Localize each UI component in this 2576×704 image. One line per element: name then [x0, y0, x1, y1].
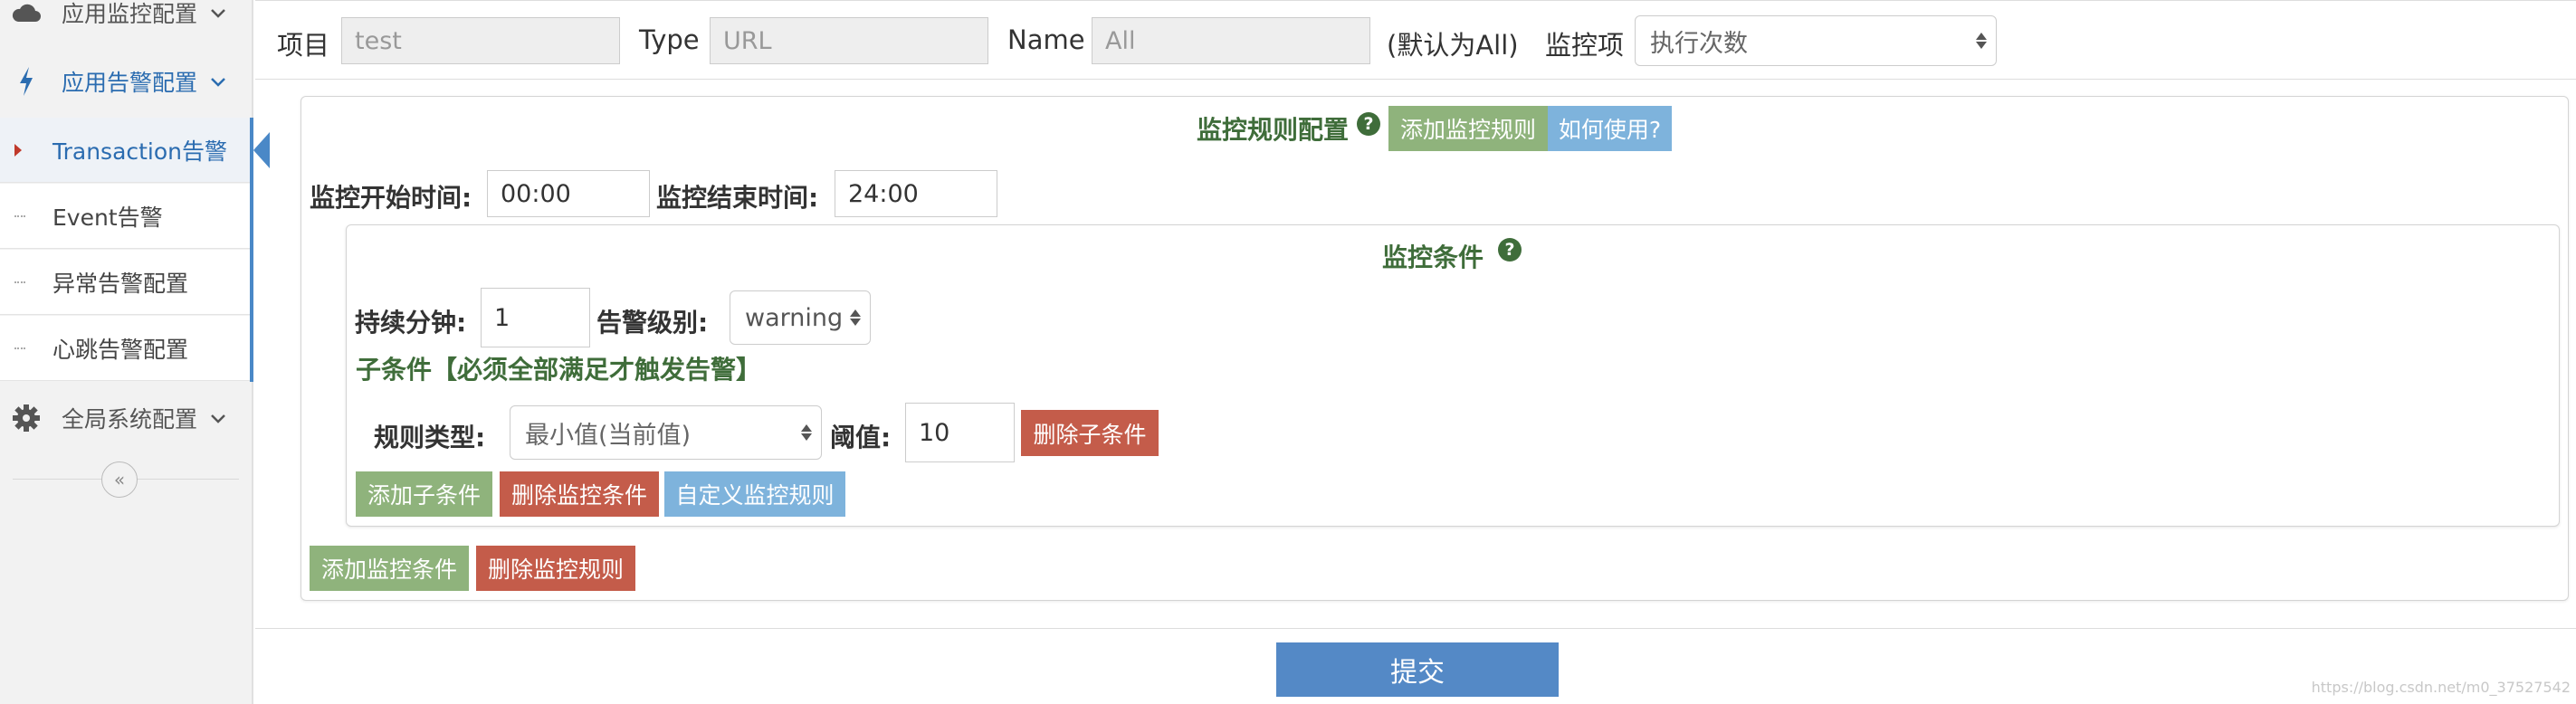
- sidebar-item-label: Event告警: [52, 204, 163, 231]
- type-input[interactable]: URL: [710, 17, 988, 64]
- collapse-sidebar-icon[interactable]: «: [101, 461, 138, 498]
- delete-condition-button[interactable]: 删除监控条件: [500, 471, 659, 517]
- add-condition-button[interactable]: 添加监控条件: [310, 546, 469, 591]
- type-label: Type: [639, 24, 700, 55]
- metric-label: 监控项: [1545, 30, 1625, 61]
- alert-config-submenu: Transaction告警 Event告警 异常告警配置 心跳告警配置: [0, 118, 270, 382]
- cloud-icon: [11, 0, 42, 28]
- nav-group-label: 应用告警配置: [62, 70, 198, 96]
- start-time-input[interactable]: 00:00: [487, 170, 650, 217]
- threshold-label: 阈值:: [830, 423, 892, 452]
- select-arrows-icon: [801, 424, 812, 441]
- rule-type-value: 最小值(当前值): [525, 421, 692, 450]
- active-pointer-icon: [253, 132, 270, 168]
- end-time-input[interactable]: 24:00: [835, 170, 997, 217]
- tree-line-icon: [14, 281, 25, 283]
- custom-rule-button[interactable]: 自定义监控规则: [664, 471, 845, 517]
- select-arrows-icon: [850, 309, 861, 326]
- alert-level-value: warning: [745, 303, 844, 332]
- threshold-input[interactable]: 10: [905, 403, 1015, 462]
- sidebar-item-exception-alert[interactable]: 异常告警配置: [0, 250, 250, 315]
- select-arrows-icon: [1976, 33, 1987, 49]
- nav-group-app-monitor-config[interactable]: 应用监控配置: [0, 0, 252, 47]
- nav-group-label: 全局系统配置: [62, 406, 198, 433]
- subcondition-title: 子条件【必须全部满足才触发告警】: [356, 355, 762, 385]
- lightning-icon: [11, 66, 42, 97]
- chevron-down-icon: [210, 407, 226, 429]
- alert-level-label: 告警级别:: [596, 308, 709, 338]
- add-rule-button[interactable]: 添加监控规则: [1388, 106, 1548, 151]
- delete-subcondition-button[interactable]: 删除子条件: [1021, 410, 1159, 456]
- delete-rule-button[interactable]: 删除监控规则: [476, 546, 635, 591]
- tree-line-icon: [14, 214, 25, 217]
- gear-icon: [11, 403, 42, 433]
- chevron-down-icon: [210, 2, 226, 24]
- rule-type-label: 规则类型:: [374, 423, 486, 452]
- nav-group-global-system-config[interactable]: 全局系统配置: [0, 384, 252, 452]
- divider: [255, 628, 2576, 629]
- sidebar-item-label: Transaction告警: [52, 138, 228, 165]
- nav-group-app-alert-config[interactable]: 应用告警配置: [0, 47, 252, 116]
- start-time-label: 监控开始时间:: [310, 183, 472, 213]
- name-label: Name: [1007, 24, 1085, 55]
- how-to-use-button[interactable]: 如何使用?: [1548, 106, 1672, 151]
- rule-type-select[interactable]: 最小值(当前值): [510, 405, 822, 460]
- name-input[interactable]: All: [1092, 17, 1370, 64]
- condition-title: 监控条件: [1382, 243, 1484, 272]
- duration-input[interactable]: 1: [481, 288, 590, 347]
- sidebar-item-transaction-alert[interactable]: Transaction告警: [0, 118, 270, 183]
- help-icon[interactable]: ?: [1498, 238, 1522, 262]
- metric-select-value: 执行次数: [1650, 29, 1748, 58]
- duration-label: 持续分钟:: [355, 308, 467, 338]
- nav-group-label: 应用监控配置: [62, 1, 198, 27]
- help-icon[interactable]: ?: [1357, 112, 1380, 136]
- project-label: 项目: [277, 30, 330, 61]
- rule-config-title: 监控规则配置: [1197, 115, 1350, 145]
- end-time-label: 监控结束时间:: [656, 183, 819, 213]
- sidebar-item-label: 心跳告警配置: [52, 336, 189, 363]
- tree-line-icon: [14, 347, 25, 349]
- chevron-down-icon: [210, 71, 226, 92]
- watermark: https://blog.csdn.net/m0_37527542: [2311, 679, 2571, 696]
- metric-select[interactable]: 执行次数: [1635, 15, 1997, 66]
- sidebar-item-event-alert[interactable]: Event告警: [0, 184, 250, 249]
- active-marker-icon: [14, 143, 22, 157]
- sidebar-item-label: 异常告警配置: [52, 270, 189, 297]
- name-hint: (默认为All): [1387, 30, 1519, 61]
- submit-button[interactable]: 提交: [1276, 642, 1559, 697]
- project-input[interactable]: test: [341, 17, 620, 64]
- sidebar: 应用监控配置 应用告警配置 Transaction告警 Event告警 异常告警…: [0, 0, 270, 704]
- sidebar-item-heartbeat-alert[interactable]: 心跳告警配置: [0, 316, 250, 381]
- alert-level-select[interactable]: warning: [730, 290, 871, 345]
- add-subcondition-button[interactable]: 添加子条件: [356, 471, 492, 517]
